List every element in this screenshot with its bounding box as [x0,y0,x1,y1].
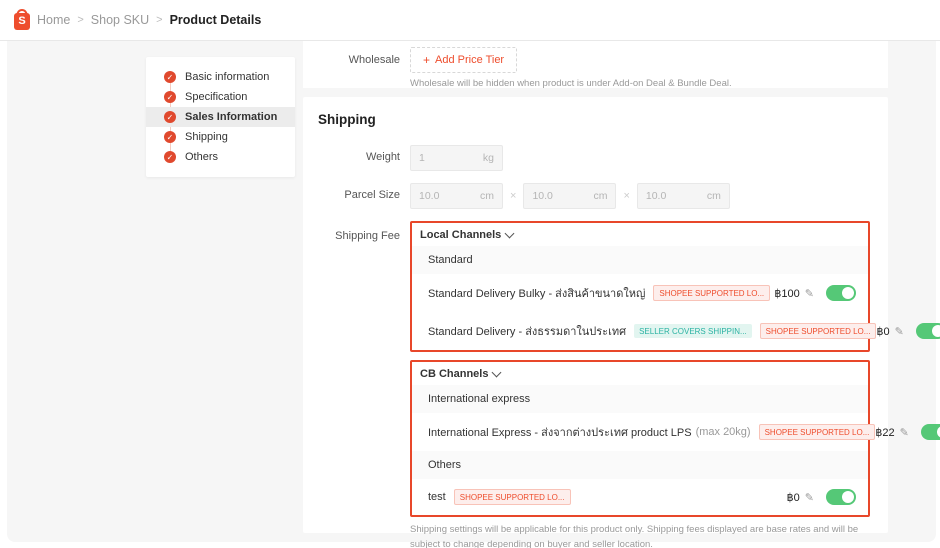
channel-fee: ฿0 [876,325,889,338]
channel-row-standard-delivery: Standard Delivery - ส่งธรรมดาในประเทศ SE… [412,312,868,350]
sidebar-item-label: Shipping [185,131,228,143]
sidebar-item-label: Others [185,151,218,163]
weight-value: 1 [419,152,425,164]
sidebar-item-label: Specification [185,91,247,103]
multiply-icon: × [510,183,516,202]
chevron-down-icon [505,229,515,239]
seller-covers-shipping-badge: SELLER COVERS SHIPPIN... [634,324,752,338]
channel-row-standard-delivery-bulky: Standard Delivery Bulky - ส่งสินค้าขนาดใ… [412,274,868,312]
parcel-length-value: 10.0 [532,190,552,202]
breadcrumb-separator: > [156,14,162,26]
cb-channels-title: CB Channels [420,368,488,380]
sidebar-item-label: Basic information [185,71,269,83]
parcel-width-input[interactable]: 10.0 cm [410,183,503,209]
shipping-fee-label: Shipping Fee [303,221,400,242]
sidebar-item-shipping[interactable]: ✓ Shipping [146,127,295,147]
wholesale-hint: Wholesale will be hidden when product is… [410,78,732,89]
channel-row-test: test SHOPEE SUPPORTED LO... ฿0 ✎ [412,479,868,515]
shipping-section-title: Shipping [303,97,888,127]
shopee-supported-badge: SHOPEE SUPPORTED LO... [454,489,571,505]
section-nav: ✓ Basic information ✓ Specification ✓ Sa… [146,57,295,177]
add-price-tier-button[interactable]: + Add Price Tier [410,47,517,73]
shopee-supported-badge: SHOPEE SUPPORTED LO... [760,323,877,339]
breadcrumb-current-page: Product Details [170,13,262,27]
channel-row-international-express: International Express - ส่งจากต่างประเทศ… [412,413,868,451]
breadcrumb-shop-sku[interactable]: Shop SKU [91,13,149,27]
shopee-supported-badge: SHOPEE SUPPORTED LO... [759,424,876,440]
channel-name: Standard Delivery Bulky - ส่งสินค้าขนาดใ… [428,284,645,302]
channel-fee: ฿22 [875,426,894,439]
check-circle-icon: ✓ [164,71,176,83]
breadcrumb-bar: S Home > Shop SKU > Product Details [0,0,940,41]
chevron-down-icon [492,368,502,378]
parcel-unit: cm [707,190,721,202]
local-channels-box: Local Channels Standard Standard Deliver… [410,221,870,352]
weight-unit: kg [483,152,494,164]
plus-icon: + [423,53,430,67]
sidebar-item-others[interactable]: ✓ Others [146,147,295,167]
shopee-logo-letter: S [18,16,25,27]
sales-information-card: Wholesale + Add Price Tier Wholesale wil… [303,41,888,88]
local-channels-toggle[interactable]: Local Channels [412,223,868,246]
edit-fee-icon[interactable]: ✎ [805,287,814,300]
edit-fee-icon[interactable]: ✎ [895,325,904,338]
shopee-supported-badge: SHOPEE SUPPORTED LO... [653,285,770,301]
add-price-tier-label: Add Price Tier [435,54,504,66]
cb-channels-box: CB Channels International express Intern… [410,360,870,517]
parcel-width-value: 10.0 [419,190,439,202]
multiply-icon: × [623,183,629,202]
channel-enable-toggle[interactable] [826,285,856,301]
sidebar-item-label: Sales Information [185,111,277,123]
weight-input[interactable]: 1 kg [410,145,503,171]
shipping-settings-hint: Shipping settings will be applicable for… [410,523,872,548]
parcel-height-value: 10.0 [646,190,666,202]
parcel-size-label: Parcel Size [303,183,400,201]
shipping-card: Shipping Weight 1 kg Parcel Size 10.0 cm… [303,97,888,533]
check-circle-icon: ✓ [164,151,176,163]
check-circle-icon: ✓ [164,111,176,123]
standard-subsection-header: Standard [412,246,868,274]
channel-enable-toggle[interactable] [921,424,940,440]
sidebar-item-basic-information[interactable]: ✓ Basic information [146,67,295,87]
check-circle-icon: ✓ [164,91,176,103]
wholesale-label: Wholesale [303,47,400,66]
product-details-page: S Home > Shop SKU > Product Details ✓ Ba… [0,0,940,548]
others-subsection-header: Others [412,451,868,479]
breadcrumb-separator: > [77,14,83,26]
international-express-subsection-header: International express [412,385,868,413]
sidebar-item-specification[interactable]: ✓ Specification [146,87,295,107]
channel-name: Standard Delivery - ส่งธรรมดาในประเทศ [428,322,626,340]
check-circle-icon: ✓ [164,131,176,143]
channel-fee: ฿0 [787,491,800,504]
channel-weight-limit: (max 20kg) [696,426,751,438]
edit-fee-icon[interactable]: ✎ [900,426,909,439]
channel-fee: ฿100 [774,287,799,300]
breadcrumb-home[interactable]: Home [37,13,70,27]
parcel-unit: cm [593,190,607,202]
edit-fee-icon[interactable]: ✎ [805,491,814,504]
channel-name: International Express - ส่งจากต่างประเทศ… [428,423,692,441]
parcel-height-input[interactable]: 10.0 cm [637,183,730,209]
local-channels-title: Local Channels [420,229,501,241]
cb-channels-toggle[interactable]: CB Channels [412,362,868,385]
channel-enable-toggle[interactable] [826,489,856,505]
channel-name: test [428,491,446,503]
sidebar-item-sales-information[interactable]: ✓ Sales Information [146,107,295,127]
parcel-length-input[interactable]: 10.0 cm [523,183,616,209]
channel-enable-toggle[interactable] [916,323,940,339]
weight-label: Weight [303,145,400,163]
parcel-unit: cm [480,190,494,202]
shopee-logo-icon: S [14,13,30,30]
